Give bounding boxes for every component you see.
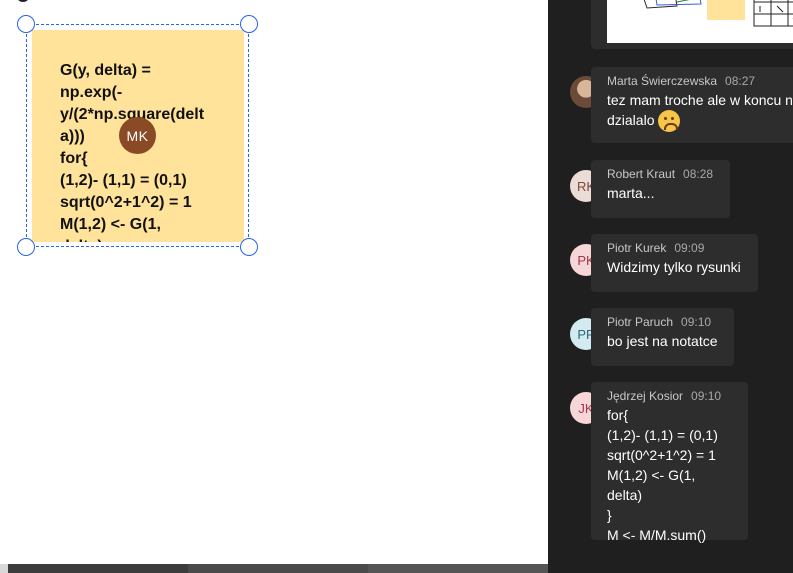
message-time: 09:10 (681, 315, 712, 329)
message-text: marta... (607, 185, 655, 201)
taskbar-segment (8, 564, 188, 573)
message-time: 09:10 (691, 389, 722, 403)
author-name: Robert Kraut (607, 167, 676, 181)
chat-panel[interactable]: Marta Świerczewska 08:27 tez mam troche a… (548, 0, 793, 573)
sad-face-icon (658, 110, 681, 133)
message-bubble[interactable]: Marta Świerczewska 08:27 tez mam troche a… (591, 67, 793, 143)
message-time: 09:09 (674, 241, 705, 255)
partial-drawing (16, 0, 30, 2)
resize-handle-top-right[interactable] (240, 15, 258, 33)
author-name: Piotr Paruch (607, 315, 674, 329)
taskbar-segment (368, 564, 548, 573)
message-time: 08:28 (683, 167, 714, 181)
message-bubble[interactable]: Jędrzej Kosior 09:10 for{ (1,2)- (1,1) = … (591, 382, 748, 543)
taskbar-segment (188, 564, 368, 573)
message-text: bo jest na notatce (607, 333, 718, 349)
author-name: Marta Świerczewska (607, 74, 718, 88)
message-meta: Piotr Kurek 09:09 (607, 241, 742, 255)
message-image-bubble[interactable] (591, 0, 793, 49)
message-bubble[interactable]: Piotr Kurek 09:09 Widzimy tylko rysunki (591, 234, 758, 292)
author-name: Piotr Kurek (607, 241, 667, 255)
message-meta: Piotr Paruch 09:10 (607, 315, 718, 329)
resize-handle-bottom-left[interactable] (17, 238, 35, 256)
whiteboard-canvas[interactable]: G(y, delta) = np.exp(- y/(2*np.square(de… (0, 0, 548, 564)
resize-handle-top-left[interactable] (17, 15, 35, 33)
author-name: Jędrzej Kosior (607, 389, 684, 403)
message-meta: Marta Świerczewska 08:27 (607, 74, 793, 88)
shared-image-thumbnail[interactable] (607, 0, 793, 43)
message-text: for{ (1,2)- (1,1) = (0,1) sqrt(0^2+1^2) … (607, 407, 718, 543)
message-text: tez mam troche ale w koncu nie dzialalo (607, 90, 793, 133)
taskbar-strip (0, 564, 548, 573)
whiteboard-thumbnail-drawing (607, 0, 793, 43)
message-meta: Robert Kraut 08:28 (607, 167, 714, 181)
message-meta: Jędrzej Kosior 09:10 (607, 389, 732, 403)
message-time: 08:27 (725, 74, 756, 88)
message-text-content: tez mam troche ale w koncu nie dzialalo (607, 92, 793, 128)
message-text: Widzimy tylko rysunki (607, 259, 741, 275)
collaborator-cursor-avatar: MK (119, 117, 156, 154)
resize-handle-bottom-right[interactable] (240, 238, 258, 256)
message-bubble[interactable]: Robert Kraut 08:28 marta... (591, 160, 730, 218)
message-bubble[interactable]: Piotr Paruch 09:10 bo jest na notatce (591, 308, 734, 366)
